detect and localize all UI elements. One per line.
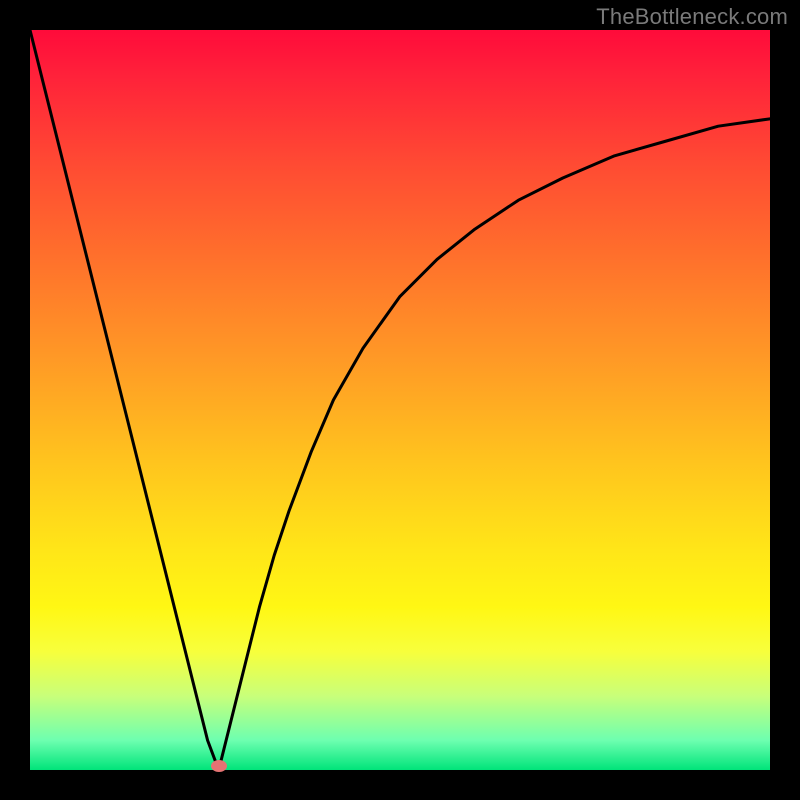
- watermark-text: TheBottleneck.com: [596, 4, 788, 30]
- plot-area: [30, 30, 770, 770]
- chart-frame: TheBottleneck.com: [0, 0, 800, 800]
- bottleneck-curve: [30, 30, 770, 770]
- optimal-point-marker: [211, 760, 227, 772]
- curve-svg: [30, 30, 770, 770]
